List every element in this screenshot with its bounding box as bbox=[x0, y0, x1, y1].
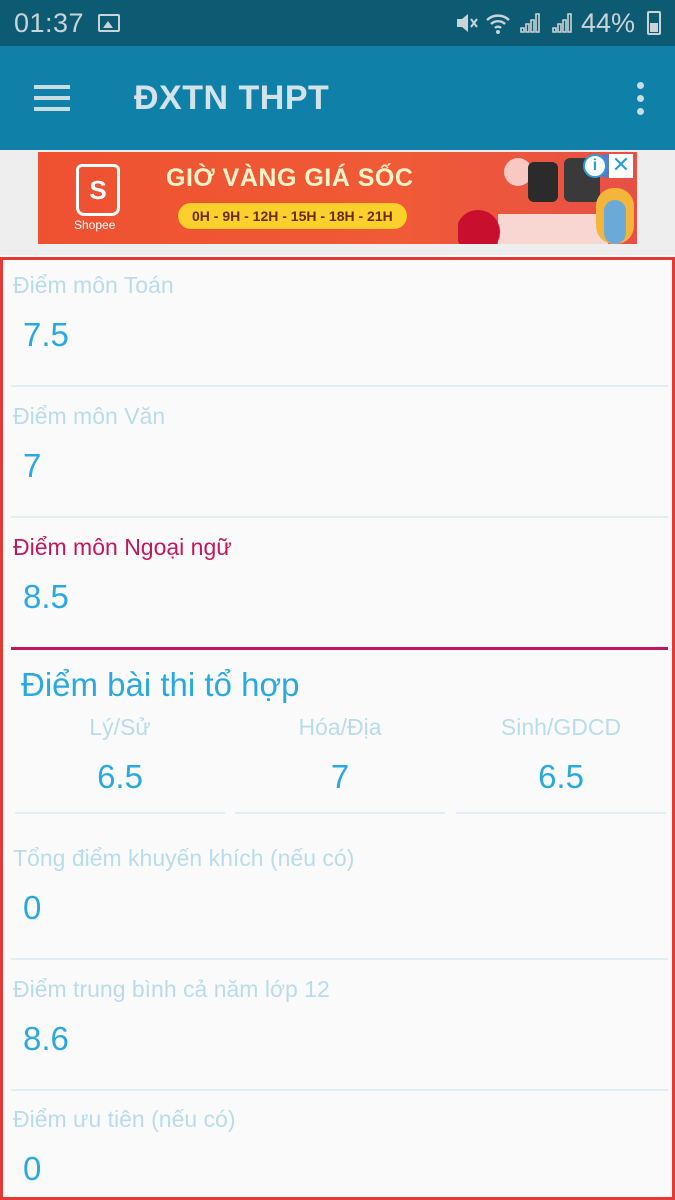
battery-percent: 44% bbox=[580, 7, 635, 38]
ad-banner-container: S Shopee GIỜ VÀNG GIÁ SỐC 0H - 9H - 12H … bbox=[0, 150, 675, 255]
more-vert-icon[interactable] bbox=[605, 46, 675, 150]
field-label: Lý/Sử bbox=[89, 714, 151, 740]
field-value: 6.5 bbox=[538, 758, 584, 795]
app-bar: ĐXTN THPT bbox=[0, 46, 675, 150]
field-value: 6.5 bbox=[97, 758, 143, 795]
field-label: Tổng điểm khuyến khích (nếu có) bbox=[13, 845, 355, 871]
field-value: 7.5 bbox=[23, 316, 69, 353]
field-underline bbox=[15, 812, 225, 814]
field-underline bbox=[11, 385, 668, 387]
ad-hours: 0H - 9H - 12H - 15H - 18H - 21H bbox=[178, 203, 407, 229]
score-form: Điểm môn Toán 7.5 Điểm môn Văn 7 Điểm mô… bbox=[0, 257, 675, 1200]
chemistry-geography-score-field[interactable]: Hóa/Địa 7 bbox=[235, 714, 445, 818]
field-underline bbox=[11, 647, 668, 650]
signal-icon bbox=[520, 13, 540, 33]
field-underline bbox=[11, 516, 668, 518]
mute-icon bbox=[456, 14, 478, 32]
field-underline bbox=[456, 812, 666, 814]
field-value: 7 bbox=[330, 758, 350, 795]
status-time: 01:37 bbox=[14, 7, 85, 38]
battery-icon bbox=[647, 11, 661, 35]
field-label: Điểm môn Ngoại ngữ bbox=[13, 534, 232, 560]
menu-icon bbox=[34, 85, 70, 111]
physics-history-score-field[interactable]: Lý/Sử 6.5 bbox=[15, 714, 225, 818]
menu-button[interactable] bbox=[0, 46, 104, 150]
ad-info-icon[interactable]: i bbox=[583, 154, 607, 178]
biology-civics-score-field[interactable]: Sinh/GDCD 6.5 bbox=[456, 714, 666, 818]
field-label: Hóa/Địa bbox=[298, 714, 382, 740]
ad-headline: GIỜ VÀNG GIÁ SỐC bbox=[166, 164, 414, 192]
field-underline bbox=[11, 1089, 668, 1091]
signal-icon bbox=[552, 13, 572, 33]
field-underline bbox=[235, 812, 445, 814]
field-value: 8.5 bbox=[23, 578, 69, 615]
app-title: ĐXTN THPT bbox=[134, 78, 330, 117]
field-value: 7 bbox=[23, 447, 42, 484]
status-bar: 01:37 44% bbox=[0, 0, 675, 46]
wifi-icon bbox=[486, 14, 510, 34]
field-label: Điểm trung bình cả năm lớp 12 bbox=[13, 976, 330, 1002]
field-value: 0 bbox=[23, 1150, 42, 1187]
field-label: Điểm ưu tiên (nếu có) bbox=[13, 1106, 236, 1132]
image-icon bbox=[98, 14, 121, 32]
field-label: Sinh/GDCD bbox=[500, 714, 622, 740]
ad-brand: Shopee bbox=[74, 218, 116, 232]
ad-banner[interactable]: S Shopee GIỜ VÀNG GIÁ SỐC 0H - 9H - 12H … bbox=[38, 152, 637, 244]
field-label: Điểm môn Văn bbox=[13, 403, 166, 429]
ad-close-icon[interactable]: ✕ bbox=[609, 154, 633, 178]
status-icons: 44% bbox=[453, 8, 661, 39]
field-label: Điểm môn Toán bbox=[13, 272, 174, 298]
shopee-logo-icon: S bbox=[76, 164, 120, 216]
field-underline bbox=[11, 958, 668, 960]
field-value: 8.6 bbox=[23, 1020, 69, 1057]
field-value: 0 bbox=[23, 889, 42, 926]
combo-section-title: Điểm bài thi tổ hợp bbox=[21, 666, 300, 703]
